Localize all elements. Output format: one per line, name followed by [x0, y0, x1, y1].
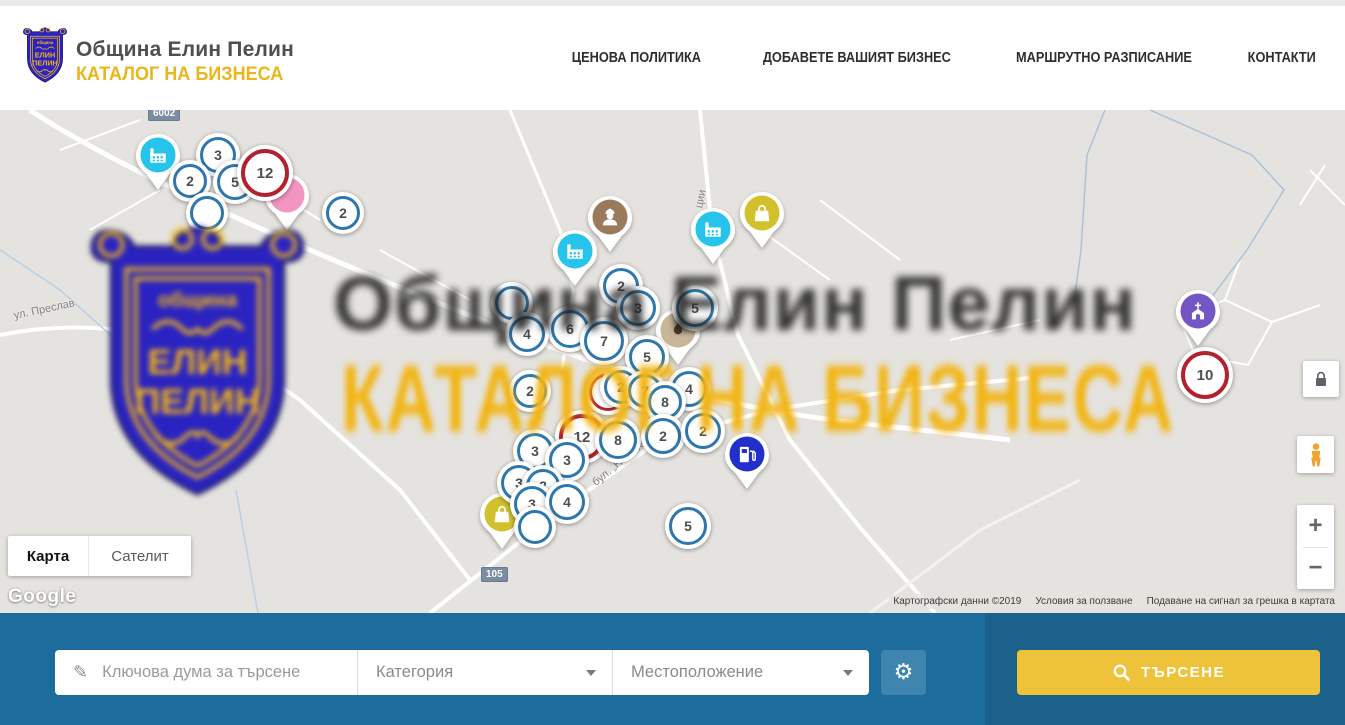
cluster-count: 2	[339, 205, 347, 221]
cluster-count: 6	[566, 321, 574, 337]
attribution-copyright: Картографски данни ©2019	[893, 596, 1021, 607]
pegman-icon	[1305, 442, 1327, 468]
cluster-marker[interactable]: 2	[322, 192, 364, 234]
search-icon	[1112, 663, 1131, 682]
cluster-ring	[518, 510, 552, 544]
factory-icon	[564, 240, 586, 262]
chevron-down-icon	[586, 670, 596, 676]
cluster-marker[interactable]: 12	[237, 145, 293, 201]
nav-item[interactable]: МАРШРУТНО РАЗПИСАНИЕ	[1016, 50, 1192, 66]
cluster-marker[interactable]: 2	[681, 409, 725, 453]
cluster-count: 7	[600, 333, 608, 349]
bag-icon	[751, 202, 773, 224]
lock-button[interactable]	[1303, 361, 1339, 397]
cluster-count: 8	[661, 394, 669, 410]
cluster-marker[interactable]: 4	[505, 312, 549, 356]
factory-icon	[702, 218, 724, 240]
location-select[interactable]: Местоположение	[612, 650, 869, 695]
search-button[interactable]: ТЪРСЕНЕ	[1017, 650, 1320, 695]
search-input-group: ✎ Категория Местоположение	[55, 650, 869, 695]
gear-icon: ⚙	[894, 660, 914, 685]
pin-factory-marker[interactable]	[552, 229, 598, 287]
cluster-count: 2	[186, 173, 194, 189]
zoom-in-button[interactable]: +	[1297, 505, 1334, 547]
terms-link[interactable]: Условия за ползване	[1035, 596, 1132, 607]
church-icon	[1187, 300, 1209, 322]
nav-item[interactable]: ДОБАВЕТЕ ВАШИЯТ БИЗНЕС	[763, 50, 951, 66]
cluster-count: 4	[563, 494, 571, 510]
cluster-count: 2	[699, 423, 707, 439]
header: община ЕЛИН ПЕЛИН Община Елин Пелин КАТА…	[0, 6, 1345, 111]
factory-icon	[147, 144, 169, 166]
cluster-count: 2	[659, 428, 667, 444]
cluster-marker[interactable]: 2	[509, 370, 551, 412]
keyword-section: ✎	[55, 650, 357, 695]
chevron-down-icon	[843, 670, 853, 676]
cluster-count: 3	[531, 443, 539, 459]
page: община ЕЛИН ПЕЛИН Община Елин Пелин КАТА…	[0, 0, 1345, 725]
google-logo[interactable]: Google	[8, 586, 76, 608]
cluster-count: 2	[526, 383, 534, 399]
pin-factory-marker[interactable]	[690, 207, 736, 265]
zoom-control: + −	[1297, 505, 1334, 589]
location-value: Местоположение	[631, 663, 763, 682]
pegman-button[interactable]	[1297, 436, 1334, 473]
cluster-marker[interactable]	[514, 506, 556, 548]
lock-icon	[1311, 369, 1331, 389]
pencil-icon: ✎	[73, 662, 88, 683]
cluster-ring	[190, 196, 224, 230]
cluster-count: 12	[257, 165, 274, 182]
site-subtitle: КАТАЛОГ НА БИЗНЕСА	[76, 64, 283, 86]
cluster-marker[interactable]: 2	[641, 414, 685, 458]
cluster-count: 10	[1197, 367, 1214, 384]
advanced-settings-button[interactable]: ⚙	[881, 650, 926, 695]
crest-word-obshtina: община	[37, 40, 54, 45]
cluster-count: 4	[685, 381, 693, 397]
main-nav: ЦЕНОВА ПОЛИТИКА ДОБАВЕТЕ ВАШИЯТ БИЗНЕС МАР…	[563, 6, 1321, 110]
cluster-count: 5	[691, 300, 699, 316]
cluster-count: 5	[684, 518, 692, 534]
cluster-count: 5	[643, 349, 651, 365]
satellite-view-button[interactable]: Сателит	[88, 536, 191, 576]
crest-word-elin: ЕЛИН	[35, 51, 55, 60]
cluster-marker[interactable]	[186, 192, 228, 234]
site-title: Община Елин Пелин	[76, 38, 294, 62]
cluster-count: 3	[214, 147, 222, 163]
pin-fuel-marker[interactable]	[724, 432, 770, 490]
cluster-count: 8	[614, 432, 622, 448]
crest-word-pelin: ПЕЛИН	[32, 59, 58, 68]
map-view-button[interactable]: Карта	[8, 536, 88, 576]
category-value: Категория	[376, 663, 453, 682]
keyword-input[interactable]	[100, 662, 357, 683]
cluster-marker[interactable]: 8	[595, 417, 641, 463]
cluster-marker[interactable]: 7	[580, 317, 628, 365]
worker-icon	[599, 206, 621, 228]
search-button-label: ТЪРСЕНЕ	[1141, 664, 1225, 681]
municipality-crest-logo[interactable]: община ЕЛИН ПЕЛИН	[22, 26, 68, 84]
cluster-marker[interactable]: 5	[672, 285, 718, 331]
map-type-control: Карта Сателит	[8, 536, 191, 576]
markers-layer: 32512223564752274812822333834510	[0, 110, 1345, 613]
map-attribution: Картографски данни ©2019 Условия за полз…	[889, 594, 1339, 609]
report-error-link[interactable]: Подаване на сигнал за грешка в картата	[1147, 596, 1335, 607]
cluster-count: 3	[634, 300, 642, 316]
cluster-count: 4	[523, 326, 531, 342]
map-container[interactable]: 6002105ул. Преславбул. „Новоселции 32512…	[0, 110, 1345, 613]
category-select[interactable]: Категория	[357, 650, 612, 695]
search-bar: ✎ Категория Местоположение ⚙ ТЪРСЕНЕ	[0, 613, 1345, 725]
cluster-count: 3	[563, 452, 571, 468]
cluster-marker[interactable]: 3	[616, 286, 660, 330]
fuel-icon	[736, 443, 758, 465]
cluster-marker[interactable]: 5	[665, 503, 711, 549]
nav-item[interactable]: КОНТАКТИ	[1248, 50, 1316, 66]
nav-item[interactable]: ЦЕНОВА ПОЛИТИКА	[572, 50, 701, 66]
pin-bag-marker[interactable]	[739, 191, 785, 249]
cluster-marker[interactable]: 10	[1177, 347, 1233, 403]
pin-church-marker[interactable]	[1175, 289, 1221, 347]
zoom-out-button[interactable]: −	[1297, 548, 1334, 590]
